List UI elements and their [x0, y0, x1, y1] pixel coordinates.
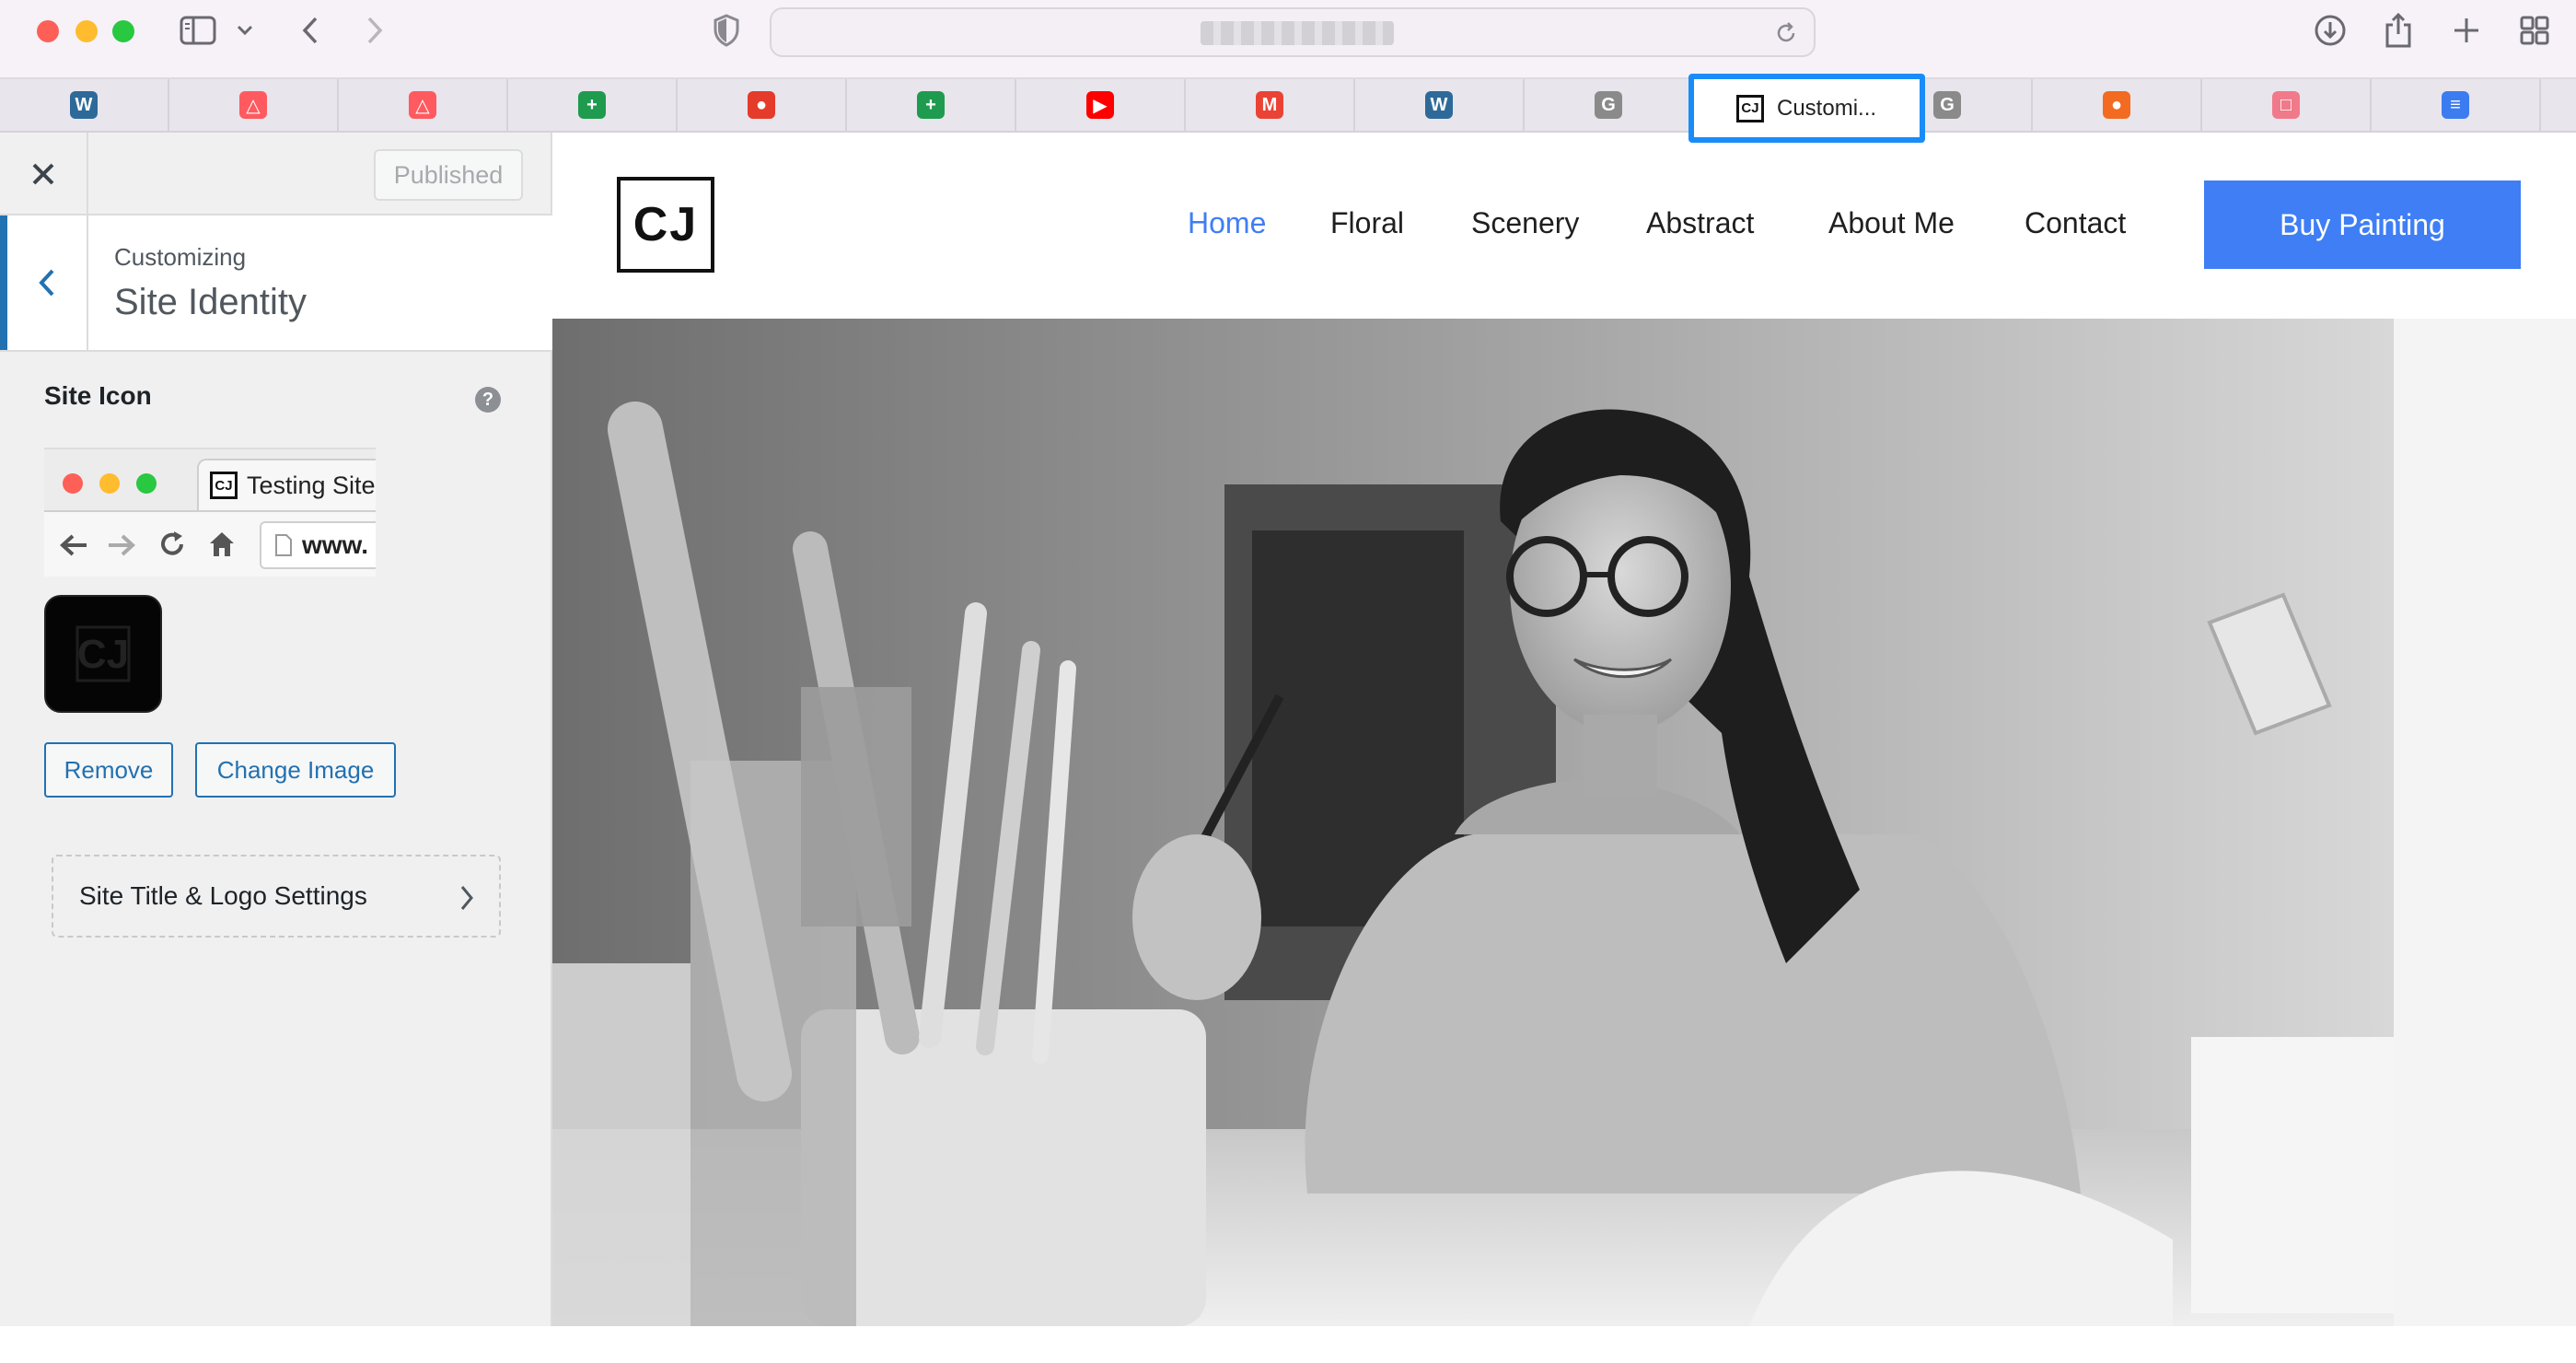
preview-tab: CJ Testing Site	[197, 459, 376, 510]
hero-image	[552, 319, 2394, 1326]
window-close-button[interactable]	[37, 20, 59, 42]
page-icon	[275, 534, 292, 556]
preview-green-dot	[136, 473, 157, 494]
help-icon[interactable]: ?	[475, 387, 501, 413]
nav-floral[interactable]: Floral	[1330, 206, 1404, 240]
tab-7[interactable]: ▶	[1016, 79, 1186, 131]
preview-red-dot	[63, 473, 83, 494]
site-logo[interactable]: CJ	[617, 177, 714, 273]
cj-favicon-icon: CJ	[1736, 94, 1764, 122]
google-docs-icon: ≡	[2442, 91, 2469, 119]
nav-home[interactable]: Home	[1188, 206, 1266, 240]
buy-painting-button[interactable]: Buy Painting	[2204, 181, 2521, 269]
preview-home-icon	[210, 532, 234, 556]
address-bar[interactable]: ••••••••••••	[770, 7, 1816, 57]
preview-url-text: www.	[302, 530, 369, 559]
wordpress-icon: W	[1425, 91, 1453, 119]
preview-back-icon	[60, 534, 87, 556]
chevron-left-icon	[39, 269, 54, 297]
new-tab-icon[interactable]	[2442, 6, 2491, 55]
tab-1[interactable]: W	[0, 79, 169, 131]
tab-5[interactable]: ●	[678, 79, 847, 131]
remove-button[interactable]: Remove	[44, 742, 173, 798]
gmail-icon: M	[1256, 91, 1283, 119]
address-bar-url: ••••••••••••	[1201, 21, 1394, 45]
forward-arrow-icon[interactable]	[350, 6, 400, 55]
site-preview: CJ Home Floral Scenery Abstract About Me…	[552, 133, 2576, 1326]
site-icon-heading: Site Icon	[44, 381, 152, 410]
section-header: Customizing Site Identity	[0, 216, 552, 352]
hero-photo-artist-painting	[552, 319, 2394, 1326]
rooster-icon: ●	[748, 91, 775, 119]
active-tab-title: Customi...	[1777, 95, 1877, 121]
cj-logo-icon: CJ	[75, 625, 131, 682]
section-title: Site Identity	[114, 282, 307, 322]
tab-overview-icon[interactable]	[2510, 6, 2559, 55]
chevron-down-icon[interactable]	[226, 6, 263, 55]
tab-12[interactable]: ●	[2033, 79, 2202, 131]
preview-url-field: www.	[260, 521, 376, 569]
tab-14[interactable]: ≡	[2372, 79, 2541, 131]
tab-customizer-active[interactable]: CJ Customi...	[1688, 74, 1925, 143]
analytics-icon: □	[2272, 91, 2300, 119]
site-icon-browser-preview: CJ Testing Site www.	[44, 448, 376, 577]
close-customizer-button[interactable]	[0, 133, 88, 216]
preview-nav-bar: www.	[44, 510, 376, 577]
preview-favicon-icon: CJ	[210, 472, 238, 499]
google-sheets-icon: +	[917, 91, 945, 119]
youtube-icon: ▶	[1086, 91, 1114, 119]
customizing-label: Customizing	[114, 243, 247, 271]
nav-abstract[interactable]: Abstract	[1646, 206, 1754, 240]
airbnb-icon: △	[409, 91, 436, 119]
preview-forward-icon	[109, 534, 135, 556]
back-button[interactable]	[0, 216, 88, 350]
downloads-icon[interactable]	[2305, 6, 2355, 55]
preview-yellow-dot	[99, 473, 120, 494]
logo-settings-label: Site Title & Logo Settings	[79, 881, 367, 910]
site-icon-thumbnail[interactable]: CJ	[44, 595, 162, 713]
tab-4[interactable]: +	[508, 79, 678, 131]
customizer-header: Published	[0, 133, 552, 216]
tab-6[interactable]: +	[847, 79, 1016, 131]
grammarly-g-icon: G	[1933, 91, 1961, 119]
site-title-logo-settings-link[interactable]: Site Title & Logo Settings	[52, 855, 501, 938]
nav-scenery[interactable]: Scenery	[1471, 206, 1579, 240]
preview-tab-title: Testing Site	[247, 471, 376, 499]
tab-bar: W △ △ + ● + ▶ M W G G ● □ ≡	[0, 79, 2576, 133]
window-zoom-button[interactable]	[112, 20, 134, 42]
tab-13[interactable]: □	[2202, 79, 2372, 131]
wordpress-icon: W	[70, 91, 98, 119]
airbnb-icon: △	[239, 91, 267, 119]
back-arrow-icon[interactable]	[285, 6, 335, 55]
customizer-panel: Published Customizing Site Identity Site…	[0, 133, 552, 1326]
reload-icon[interactable]	[1773, 20, 1799, 51]
privacy-shield-icon[interactable]	[702, 6, 751, 55]
tab-10[interactable]: G	[1525, 79, 1694, 131]
preview-reload-icon	[161, 531, 183, 555]
window-minimize-button[interactable]	[75, 20, 98, 42]
published-button[interactable]: Published	[374, 149, 523, 201]
browser-toolbar: ••••••••••••	[0, 0, 2576, 79]
grammarly-g-icon: G	[1595, 91, 1622, 119]
nav-about-me[interactable]: About Me	[1828, 206, 1955, 240]
tab-8[interactable]: M	[1186, 79, 1355, 131]
tab-9[interactable]: W	[1355, 79, 1525, 131]
svg-text:CJ: CJ	[77, 632, 129, 677]
sidebar-toggle-icon[interactable]	[173, 6, 223, 55]
chevron-right-icon	[460, 886, 473, 910]
site-header: CJ Home Floral Scenery Abstract About Me…	[552, 133, 2576, 319]
preview-right-gutter	[2394, 319, 2576, 1326]
orange-app-icon: ●	[2103, 91, 2130, 119]
share-icon[interactable]	[2373, 6, 2423, 55]
close-icon	[32, 163, 54, 185]
change-image-button[interactable]: Change Image	[195, 742, 396, 798]
tab-3[interactable]: △	[339, 79, 508, 131]
tab-2[interactable]: △	[169, 79, 339, 131]
google-sheets-icon: +	[578, 91, 606, 119]
nav-contact[interactable]: Contact	[2025, 206, 2126, 240]
